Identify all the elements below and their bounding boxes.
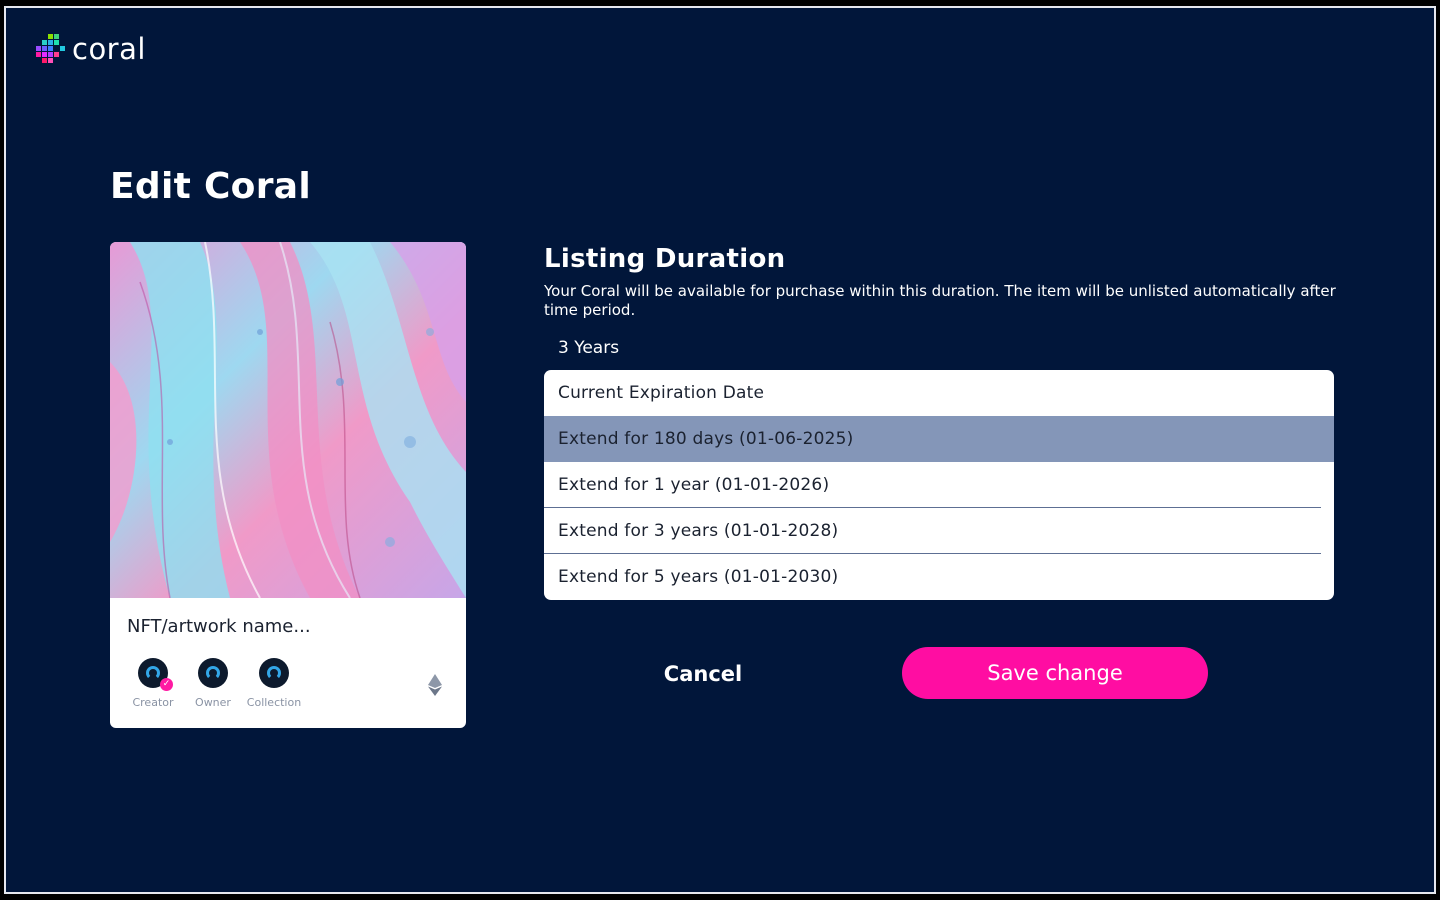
avatar-icon	[146, 666, 160, 680]
nft-preview-card[interactable]: NFT/artwork name... ✓ Creator Owner Coll…	[110, 242, 466, 728]
verified-check-icon: ✓	[160, 678, 173, 691]
creator-avatar: ✓	[138, 658, 173, 691]
artwork-name: NFT/artwork name...	[127, 616, 311, 637]
duration-dropdown: Current Expiration Date Extend for 180 d…	[544, 370, 1334, 600]
logo-text: coral	[72, 32, 146, 66]
save-change-button[interactable]: Save change	[902, 647, 1208, 699]
avatar-label: Owner	[195, 696, 231, 709]
avatar-label: Collection	[246, 696, 302, 709]
avatar-icon	[206, 666, 220, 680]
dropdown-option-5-years[interactable]: Extend for 5 years (01-01-2030)	[544, 554, 1334, 600]
app-frame: coral Edit Coral NFT/artwork name... ✓ C…	[4, 6, 1436, 894]
cancel-button[interactable]: Cancel	[632, 652, 774, 696]
avatar-icon	[267, 666, 281, 680]
owner-avatar	[198, 658, 228, 688]
artwork-image	[110, 242, 466, 598]
ethereum-icon	[428, 674, 442, 696]
dropdown-option-180-days[interactable]: Extend for 180 days (01-06-2025)	[544, 416, 1334, 462]
coral-logo-icon	[36, 34, 65, 63]
collection-avatar	[259, 658, 289, 688]
dropdown-option-3-years[interactable]: Extend for 3 years (01-01-2028)	[544, 508, 1334, 554]
coral-logo[interactable]: coral	[34, 32, 146, 66]
listing-duration-title: Listing Duration	[544, 244, 786, 274]
owner-avatar-group[interactable]: Owner	[178, 658, 248, 709]
duration-select-value[interactable]: 3 Years	[558, 338, 619, 358]
dropdown-option-current-expiration[interactable]: Current Expiration Date	[544, 370, 1334, 416]
page-title: Edit Coral	[110, 166, 311, 207]
listing-duration-description: Your Coral will be available for purchas…	[544, 282, 1336, 319]
dropdown-option-1-year[interactable]: Extend for 1 year (01-01-2026)	[544, 462, 1334, 508]
collection-avatar-group[interactable]: Collection	[239, 658, 309, 709]
